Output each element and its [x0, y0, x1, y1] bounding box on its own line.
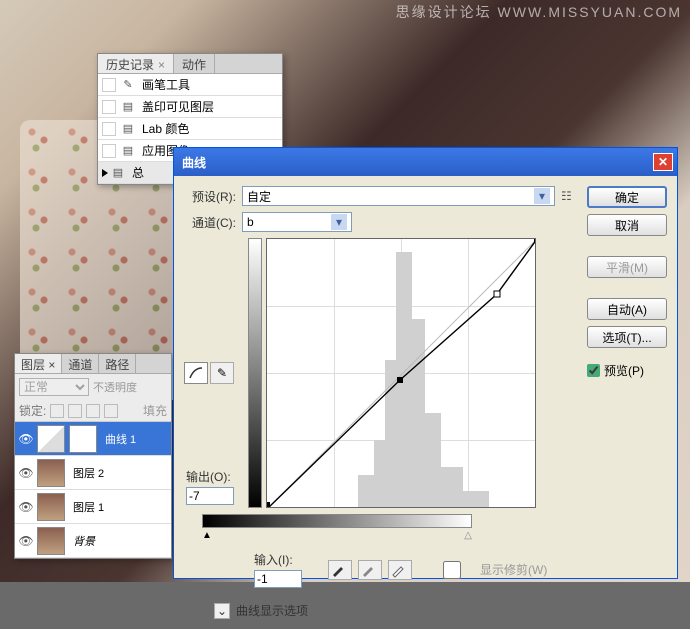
layer-row[interactable]: 👁 图层 2	[15, 456, 171, 490]
dialog-titlebar[interactable]: 曲线 ✕	[174, 148, 677, 176]
eyedropper-gray-button[interactable]	[358, 560, 382, 580]
curve-pencil-tool-button[interactable]: ✎	[210, 362, 234, 384]
input-input[interactable]	[254, 570, 302, 588]
close-icon[interactable]: ×	[158, 58, 165, 72]
layer-name: 图层 1	[73, 499, 104, 515]
preview-label: 预览(P)	[604, 362, 644, 379]
vertical-gradient	[248, 238, 262, 508]
layer-thumb-icon	[37, 459, 65, 487]
output-label: 输出(O):	[186, 468, 231, 485]
layer-row-background[interactable]: 👁 背景	[15, 524, 171, 558]
visibility-icon[interactable]: 👁	[17, 500, 35, 514]
mode-icon: ▤	[120, 121, 136, 137]
close-icon[interactable]: ×	[45, 358, 55, 372]
layer-row-curves[interactable]: 👁 曲线 1	[15, 422, 171, 456]
horizontal-gradient	[202, 514, 472, 528]
layers-tabs: 图层 × 通道 路径	[15, 354, 171, 374]
tab-channels[interactable]: 通道	[62, 354, 99, 373]
layer-row[interactable]: 👁 图层 1	[15, 490, 171, 524]
eyedropper-black-button[interactable]	[328, 560, 352, 580]
layer-name: 曲线 1	[105, 431, 136, 447]
fill-label: 填充	[143, 402, 167, 419]
channel-select[interactable]: b ▾	[242, 212, 352, 232]
history-tabs: 历史记录 × 动作	[98, 54, 282, 74]
tab-layers[interactable]: 图层 ×	[15, 354, 62, 373]
tab-paths[interactable]: 路径	[99, 354, 136, 373]
layer-thumb-icon	[37, 493, 65, 521]
tab-history-label: 历史记录	[106, 58, 154, 72]
history-item[interactable]: ▤ Lab 颜色	[98, 118, 282, 140]
channel-label: 通道(C):	[184, 214, 236, 231]
layers-lock-row: 锁定: 填充	[15, 400, 171, 422]
layers-panel: 图层 × 通道 路径 正常 不透明度 锁定: 填充 👁 曲线 1 👁 图层 2 …	[14, 353, 172, 559]
lock-all-icon[interactable]	[104, 404, 118, 418]
preset-menu-icon[interactable]: ☷	[561, 189, 579, 203]
curve-line	[267, 239, 535, 507]
cancel-button[interactable]: 取消	[587, 214, 667, 236]
layer-list: 👁 曲线 1 👁 图层 2 👁 图层 1 👁 背景	[15, 422, 171, 558]
history-item-label: 总	[132, 164, 144, 181]
lock-pixels-icon[interactable]	[68, 404, 82, 418]
curve-display-options-toggle[interactable]: ⌄ 曲线显示选项	[214, 602, 579, 619]
layer-thumb-icon	[37, 425, 65, 453]
current-marker-icon	[102, 169, 108, 177]
layer-name: 背景	[73, 533, 95, 549]
layer-thumb-icon	[37, 527, 65, 555]
options-button[interactable]: 选项(T)...	[587, 326, 667, 348]
eyedropper-white-button[interactable]	[388, 560, 412, 580]
show-clipping-checkbox[interactable]: 显示修剪(W)	[428, 561, 547, 579]
ok-button[interactable]: 确定	[587, 186, 667, 208]
layer-name: 图层 2	[73, 465, 104, 481]
auto-button[interactable]: 自动(A)	[587, 298, 667, 320]
channel-value: b	[247, 215, 254, 229]
history-item[interactable]: ▤ 盖印可见图层	[98, 96, 282, 118]
history-item[interactable]: ✎ 画笔工具	[98, 74, 282, 96]
lock-label: 锁定:	[19, 402, 46, 419]
preset-value: 自定	[247, 188, 271, 205]
visibility-icon[interactable]: 👁	[17, 534, 35, 548]
lock-transparent-icon[interactable]	[50, 404, 64, 418]
history-item-label: Lab 颜色	[142, 120, 189, 137]
chevron-down-icon: ▾	[534, 188, 550, 204]
brush-icon: ✎	[120, 77, 136, 93]
apply-icon: ▤	[120, 143, 136, 159]
blend-mode-select[interactable]: 正常	[19, 378, 89, 396]
tab-history[interactable]: 历史记录 ×	[98, 54, 174, 73]
smooth-button[interactable]: 平滑(M)	[587, 256, 667, 278]
show-clipping-input[interactable]	[428, 561, 476, 579]
curve-graph[interactable]	[266, 238, 536, 508]
show-clipping-label: 显示修剪(W)	[480, 561, 547, 578]
curve-point-tool-button[interactable]	[184, 362, 208, 384]
opacity-label: 不透明度	[93, 379, 137, 395]
layer-mask-icon	[69, 425, 97, 453]
watermark-text: 思缘设计论坛 WWW.MISSYUAN.COM	[396, 2, 682, 22]
preset-select[interactable]: 自定 ▾	[242, 186, 555, 206]
preview-input[interactable]	[587, 364, 600, 377]
slider-white-icon[interactable]: △	[464, 530, 472, 541]
lock-position-icon[interactable]	[86, 404, 100, 418]
visibility-icon[interactable]: 👁	[17, 466, 35, 480]
history-item-label: 画笔工具	[142, 76, 190, 93]
layers-options-row: 正常 不透明度	[15, 374, 171, 400]
tab-layers-label: 图层	[21, 358, 45, 372]
curves-dialog: 曲线 ✕ 预设(R): 自定 ▾ ☷ 通道(C): b ▾	[173, 147, 678, 579]
preset-label: 预设(R):	[184, 188, 236, 205]
expand-label: 曲线显示选项	[236, 602, 308, 619]
close-button[interactable]: ✕	[653, 153, 673, 171]
preview-checkbox[interactable]: 预览(P)	[587, 362, 667, 379]
output-input[interactable]	[186, 487, 234, 505]
input-label: 输入(I):	[254, 551, 302, 568]
chevron-down-icon: ⌄	[214, 603, 230, 619]
visibility-icon[interactable]: 👁	[17, 432, 35, 446]
stamp-icon: ▤	[120, 99, 136, 115]
chevron-down-icon: ▾	[331, 214, 347, 230]
dialog-title: 曲线	[182, 154, 653, 171]
step-icon: ▤	[110, 165, 126, 181]
slider-black-icon[interactable]: ▲	[202, 530, 212, 541]
tab-actions[interactable]: 动作	[174, 54, 215, 73]
history-item-label: 盖印可见图层	[142, 98, 214, 115]
